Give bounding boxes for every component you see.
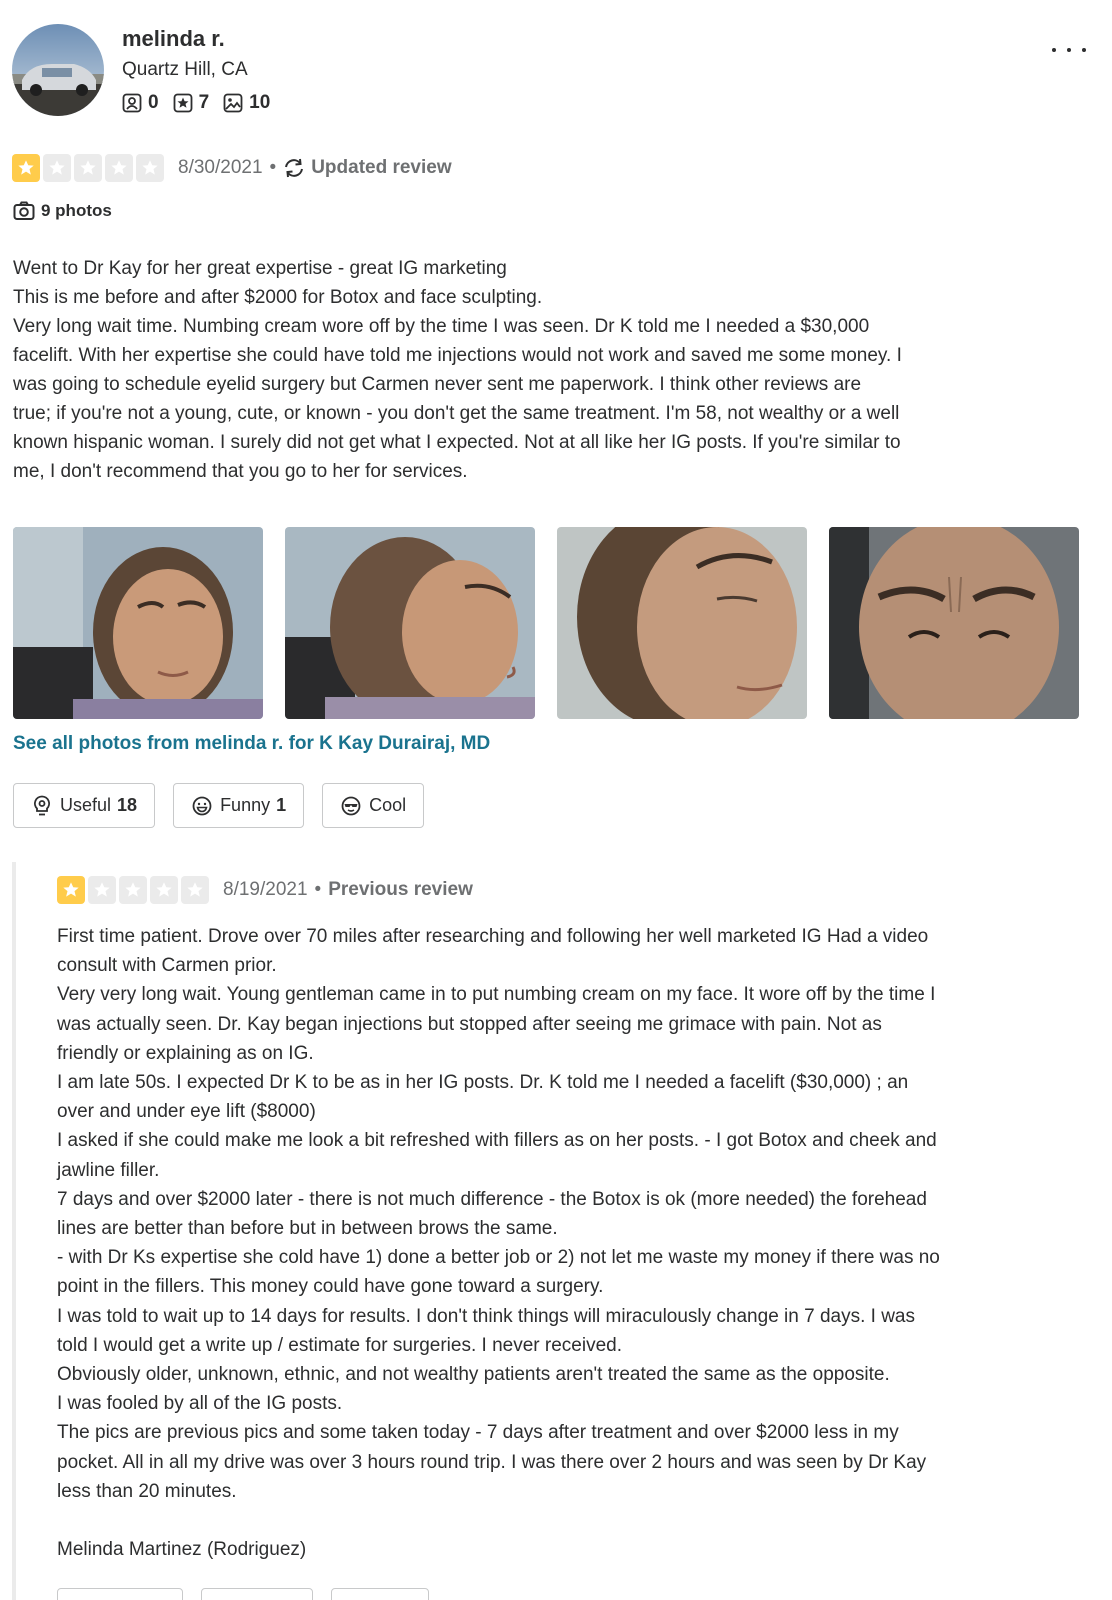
smile-icon	[192, 796, 212, 815]
star-rating	[57, 876, 212, 904]
reaction-buttons: Useful 18 Funny 1 Cool	[13, 783, 442, 828]
review-text-line: 7 days and over $2000 later - there is n…	[57, 1188, 927, 1210]
review-text-line: I was told to wait up to 14 days for res…	[57, 1305, 915, 1327]
reviewer-stats: 0 7 10	[122, 92, 284, 114]
star-icon	[105, 154, 133, 182]
see-all-photos-link[interactable]: See all photos from melinda r. for K Kay…	[13, 733, 490, 755]
review-text-line: me, I don't recommend that you go to her…	[13, 461, 468, 482]
review-text-line: over and under eye lift ($8000)	[57, 1101, 316, 1123]
review-text-line: This is me before and after $2000 for Bo…	[13, 287, 543, 308]
funny-label: Funny	[220, 795, 271, 815]
review-text-line: lines are better than before but in betw…	[57, 1218, 558, 1240]
photos-stat: 10	[223, 92, 270, 114]
updated-review-label: Updated review	[283, 157, 452, 179]
review-text-line	[57, 1506, 1017, 1535]
review-text-line: I asked if she could make me look a bit …	[57, 1130, 937, 1152]
review-text-line: jawline filler.	[57, 1159, 160, 1181]
star-icon	[12, 154, 40, 182]
sunglasses-icon	[341, 796, 361, 815]
previous-review-date: 8/19/2021	[223, 879, 308, 900]
useful-button[interactable]: Useful 18	[13, 783, 156, 828]
star-icon	[181, 876, 209, 904]
photos-count: 10	[249, 92, 271, 113]
separator-dot: •	[314, 879, 322, 900]
separator-dot: •	[269, 157, 277, 178]
review-date: 8/30/2021	[178, 157, 263, 178]
updated-review-text: Updated review	[311, 157, 452, 178]
review-text-line: was actually seen. Dr. Kay began injecti…	[57, 1013, 882, 1035]
review-body: Went to Dr Kay for her great expertise -…	[13, 254, 973, 486]
star-badge-icon	[173, 93, 192, 113]
previous-review: 8/19/2021 • Previous review First time p…	[12, 862, 1012, 1600]
star-icon	[74, 154, 102, 182]
funny-button[interactable]: Funny 1	[173, 783, 305, 828]
review-photo-4[interactable]	[829, 527, 1079, 719]
reviews-count: 7	[198, 92, 210, 113]
review-rating-line: 8/30/2021 • Updated review	[12, 154, 452, 182]
useful-label: Useful	[60, 795, 112, 815]
review-photo-2[interactable]	[285, 527, 535, 719]
review-text-line: friendly or explaining as on IG.	[57, 1042, 314, 1064]
star-icon	[119, 876, 147, 904]
review-photo-1[interactable]	[13, 527, 263, 719]
review-text-line: The pics are previous pics and some take…	[57, 1422, 899, 1444]
star-icon	[150, 876, 178, 904]
review-text-line: facelift. With her expertise she could h…	[13, 345, 902, 366]
cool-button[interactable]: Cool	[322, 783, 425, 828]
lightbulb-icon	[34, 795, 50, 815]
image-icon	[223, 93, 243, 113]
review-text-line: less than 20 minutes.	[57, 1480, 237, 1502]
previous-review-label: Previous review	[328, 879, 473, 900]
photos-count-label: 9 photos	[41, 201, 112, 220]
reviewer-header: melinda r. Quartz Hill, CA 0 7 10	[12, 24, 1100, 118]
review-text-line: consult with Carmen prior.	[57, 955, 277, 977]
funny-count: 1	[276, 795, 287, 815]
review-text-line: true; if you're not a young, cute, or kn…	[13, 403, 900, 424]
refresh-icon	[285, 158, 304, 178]
review-text-line: First time patient. Drove over 70 miles …	[57, 926, 929, 947]
reviews-stat: 7	[173, 92, 210, 114]
more-dots-icon[interactable]	[1052, 40, 1086, 60]
review-text-line: I was fooled by all of the IG posts.	[57, 1393, 343, 1415]
review-text-line: pocket. All in all my drive was over 3 h…	[57, 1451, 927, 1473]
review-text-line: told I would get a write up / estimate f…	[57, 1334, 622, 1356]
useful-button[interactable]	[57, 1588, 183, 1600]
cool-button[interactable]	[331, 1588, 429, 1600]
reviewer-name[interactable]: melinda r.	[122, 26, 225, 52]
star-icon	[88, 876, 116, 904]
review-text-line: was going to schedule eyelid surgery but…	[13, 374, 862, 395]
camera-icon	[13, 201, 35, 220]
reviewer-location: Quartz Hill, CA	[122, 59, 248, 80]
review-text-line: Very long wait time. Numbing cream wore …	[13, 316, 870, 337]
review-text-line: I am late 50s. I expected Dr K to be as …	[57, 1072, 909, 1094]
review-text-line: point in the fillers. This money could h…	[57, 1276, 604, 1298]
review-text-line: Went to Dr Kay for her great expertise -…	[13, 258, 507, 279]
star-icon	[43, 154, 71, 182]
star-icon	[57, 876, 85, 904]
review-text-line: - with Dr Ks expertise she cold have 1) …	[57, 1247, 940, 1269]
review-signature: Melinda Martinez (Rodriguez)	[57, 1539, 307, 1561]
review-text-line: Very very long wait. Young gentleman cam…	[57, 984, 936, 1006]
review-text-line: Obviously older, unknown, ethnic, and no…	[57, 1364, 890, 1386]
cool-label: Cool	[369, 795, 407, 815]
person-icon	[122, 93, 142, 113]
previous-review-reaction-buttons	[57, 1588, 447, 1600]
star-rating	[12, 154, 167, 182]
previous-review-rating-line: 8/19/2021 • Previous review	[57, 876, 473, 904]
review-text-line: known hispanic woman. I surely did not g…	[13, 432, 901, 453]
friends-stat: 0	[122, 92, 159, 114]
review-photo-3[interactable]	[557, 527, 807, 719]
previous-review-body: First time patient. Drove over 70 miles …	[57, 922, 1017, 1564]
photos-count-link[interactable]: 9 photos	[13, 201, 112, 221]
avatar[interactable]	[12, 24, 104, 116]
friends-count: 0	[148, 92, 159, 113]
star-icon	[136, 154, 164, 182]
useful-count: 18	[117, 795, 138, 815]
funny-button[interactable]	[201, 1588, 313, 1600]
